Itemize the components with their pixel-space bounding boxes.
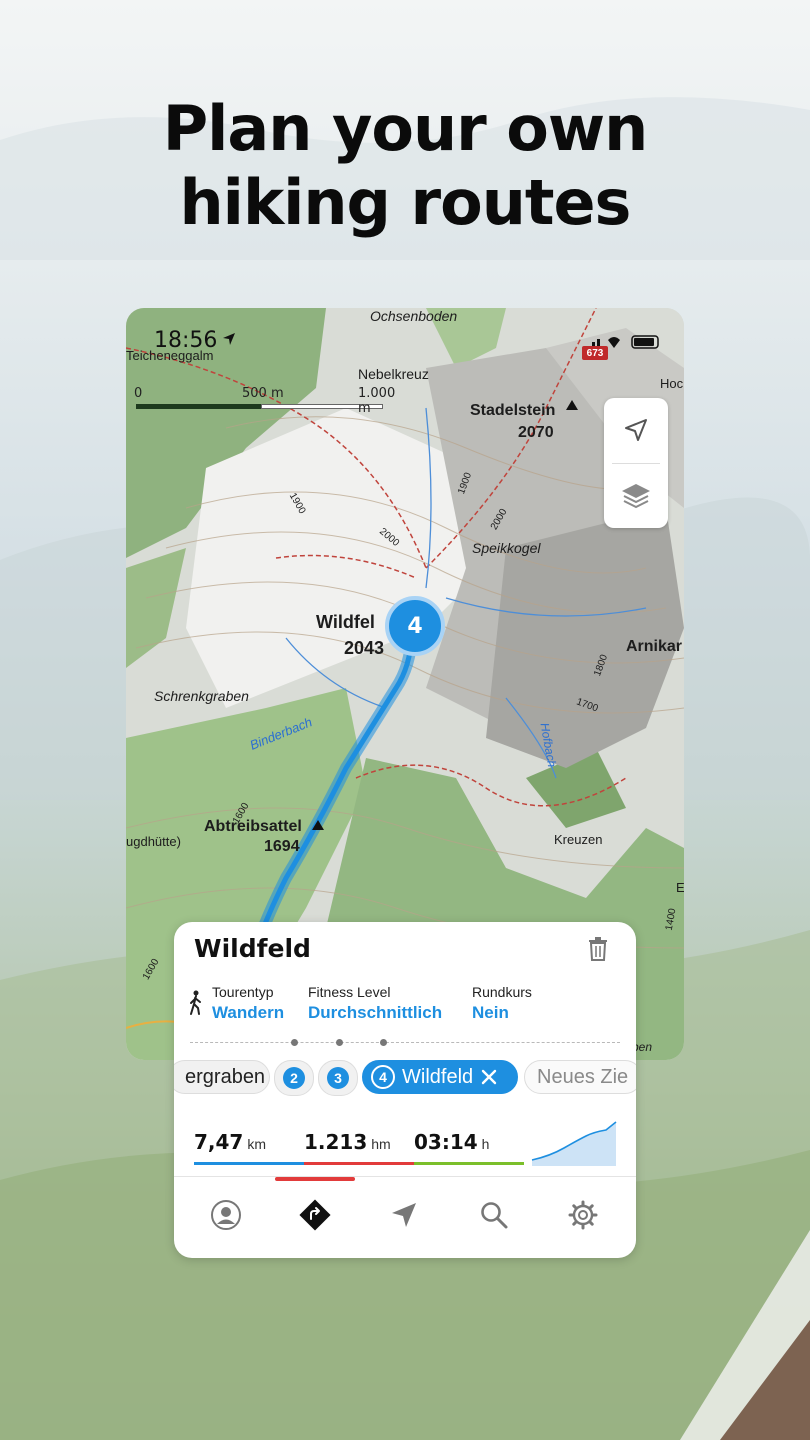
profile-icon [211, 1200, 241, 1230]
map-label-wildfeld: Wildfel [316, 612, 375, 632]
tab-search[interactable] [474, 1195, 514, 1235]
hiker-icon [190, 990, 201, 1015]
timeline-dot [291, 1039, 298, 1046]
elevation-profile-thumbnail[interactable] [530, 1118, 620, 1168]
elevation-value: 1.213 [304, 1130, 368, 1154]
new-destination-chip[interactable]: Neues Zie [524, 1060, 636, 1094]
map-label-speikkogel: Speikkogel [472, 540, 541, 556]
headline-line-2: hiking routes [179, 166, 632, 239]
map-label-stadelstein-elevation: 2070 [518, 424, 554, 441]
settings-icon [568, 1200, 598, 1230]
route-title: Wildfeld [194, 934, 311, 963]
waypoint-chip-3[interactable]: 3 [318, 1060, 358, 1096]
tab-route-planner[interactable] [295, 1195, 335, 1235]
elevation-bar [304, 1162, 414, 1165]
distance-stat: 7,47 km [194, 1130, 304, 1170]
map-label-abtreibsattel-elevation: 1694 [264, 838, 300, 855]
waypoint-chip-label: ergraben [185, 1065, 266, 1088]
waypoint-number: 2 [283, 1067, 305, 1089]
new-destination-label: Neues Zie [537, 1065, 629, 1088]
timeline-dot [380, 1039, 387, 1046]
round-trip-label: Rundkurs [472, 984, 532, 1000]
map-label-stadelstein: Stadelstein [470, 402, 556, 419]
close-icon[interactable] [481, 1069, 497, 1085]
map-label-teicheneggalm: Teicheneggalm [126, 348, 214, 363]
duration-value: 03:14 [414, 1130, 478, 1154]
navigation-icon [392, 1203, 416, 1227]
fitness-value[interactable]: Durchschnittlich [308, 1003, 442, 1023]
duration-bar [414, 1162, 524, 1165]
fitness-level: Fitness Level Durchschnittlich [308, 984, 442, 1023]
headline-line-1: Plan your own [162, 92, 649, 165]
tab-settings[interactable] [563, 1195, 603, 1235]
map-label-cut-e: E [676, 880, 684, 895]
duration-stat: 03:14 h [414, 1130, 524, 1170]
waypoint-chip-4-selected[interactable]: 4 Wildfeld [362, 1060, 518, 1094]
map-label-schrenkgraben: Schrenkgraben [154, 688, 249, 704]
distance-bar [194, 1162, 304, 1165]
tab-profile[interactable] [206, 1195, 246, 1235]
active-tab-indicator [275, 1177, 355, 1181]
timeline-dot [336, 1039, 343, 1046]
map-label-nebelkreuz: Nebelkreuz [358, 366, 429, 382]
waypoint-chip-2[interactable]: 2 [274, 1060, 314, 1096]
map-label-ochsenboden: Ochsenboden [370, 308, 458, 324]
map-label-wildfeld-elevation: 2043 [344, 638, 385, 658]
map-label-hoc: Hoc [660, 376, 684, 391]
elevation-stat: 1.213 hm [304, 1130, 414, 1170]
round-trip-value[interactable]: Nein [472, 1003, 532, 1023]
waypoint-chip-label: Wildfeld [402, 1065, 474, 1088]
distance-unit: km [247, 1136, 267, 1152]
headline: Plan your own hiking routes [0, 92, 810, 240]
fitness-label: Fitness Level [308, 984, 391, 1000]
waypoint-number: 4 [371, 1065, 395, 1089]
waypoint-chips: ergraben 2 3 4 Wildfeld Neues Zie [174, 1058, 636, 1100]
map-label-arnikar: Arnikar [626, 638, 683, 655]
tour-type: Tourentyp Wandern [212, 984, 284, 1023]
navigation-arrow-icon [625, 419, 647, 441]
layers-button[interactable] [604, 464, 668, 528]
location-arrow-icon [223, 333, 235, 345]
route-planner-icon [299, 1199, 331, 1231]
scale-label-0: 0 [134, 386, 143, 401]
round-trip: Rundkurs Nein [472, 984, 532, 1023]
scale-label-500: 500 m [242, 386, 284, 401]
map-controls [604, 398, 668, 528]
layers-icon [622, 484, 650, 509]
duration-unit: h [481, 1136, 490, 1152]
tour-type-value[interactable]: Wandern [212, 1003, 284, 1023]
waypoint-chip-1[interactable]: ergraben [174, 1060, 270, 1094]
search-icon [481, 1202, 508, 1229]
trash-icon[interactable] [586, 936, 610, 962]
waypoint-marker[interactable]: 4 [385, 596, 445, 656]
tab-bar [174, 1176, 636, 1258]
route-card: Wildfeld Tourentyp Wandern Fitness Level… [174, 922, 636, 1258]
elevation-unit: hm [371, 1136, 391, 1152]
locate-button[interactable] [604, 398, 668, 462]
speed-sign: 673 [582, 346, 608, 360]
distance-value: 7,47 [194, 1130, 244, 1154]
waypoint-number: 3 [327, 1067, 349, 1089]
map-label-kreuzen: Kreuzen [554, 832, 603, 847]
map-scale: 0 500 m 1.000 m [134, 386, 395, 418]
map-label-gdhutte: ugdhütte) [126, 834, 181, 849]
scale-label-1000: 1.000 m [358, 386, 396, 416]
tour-type-label: Tourentyp [212, 984, 274, 1000]
map-label-abtreibsattel: Abtreibsattel [204, 818, 302, 835]
tab-navigation[interactable] [384, 1195, 424, 1235]
waypoint-timeline [190, 1042, 620, 1043]
